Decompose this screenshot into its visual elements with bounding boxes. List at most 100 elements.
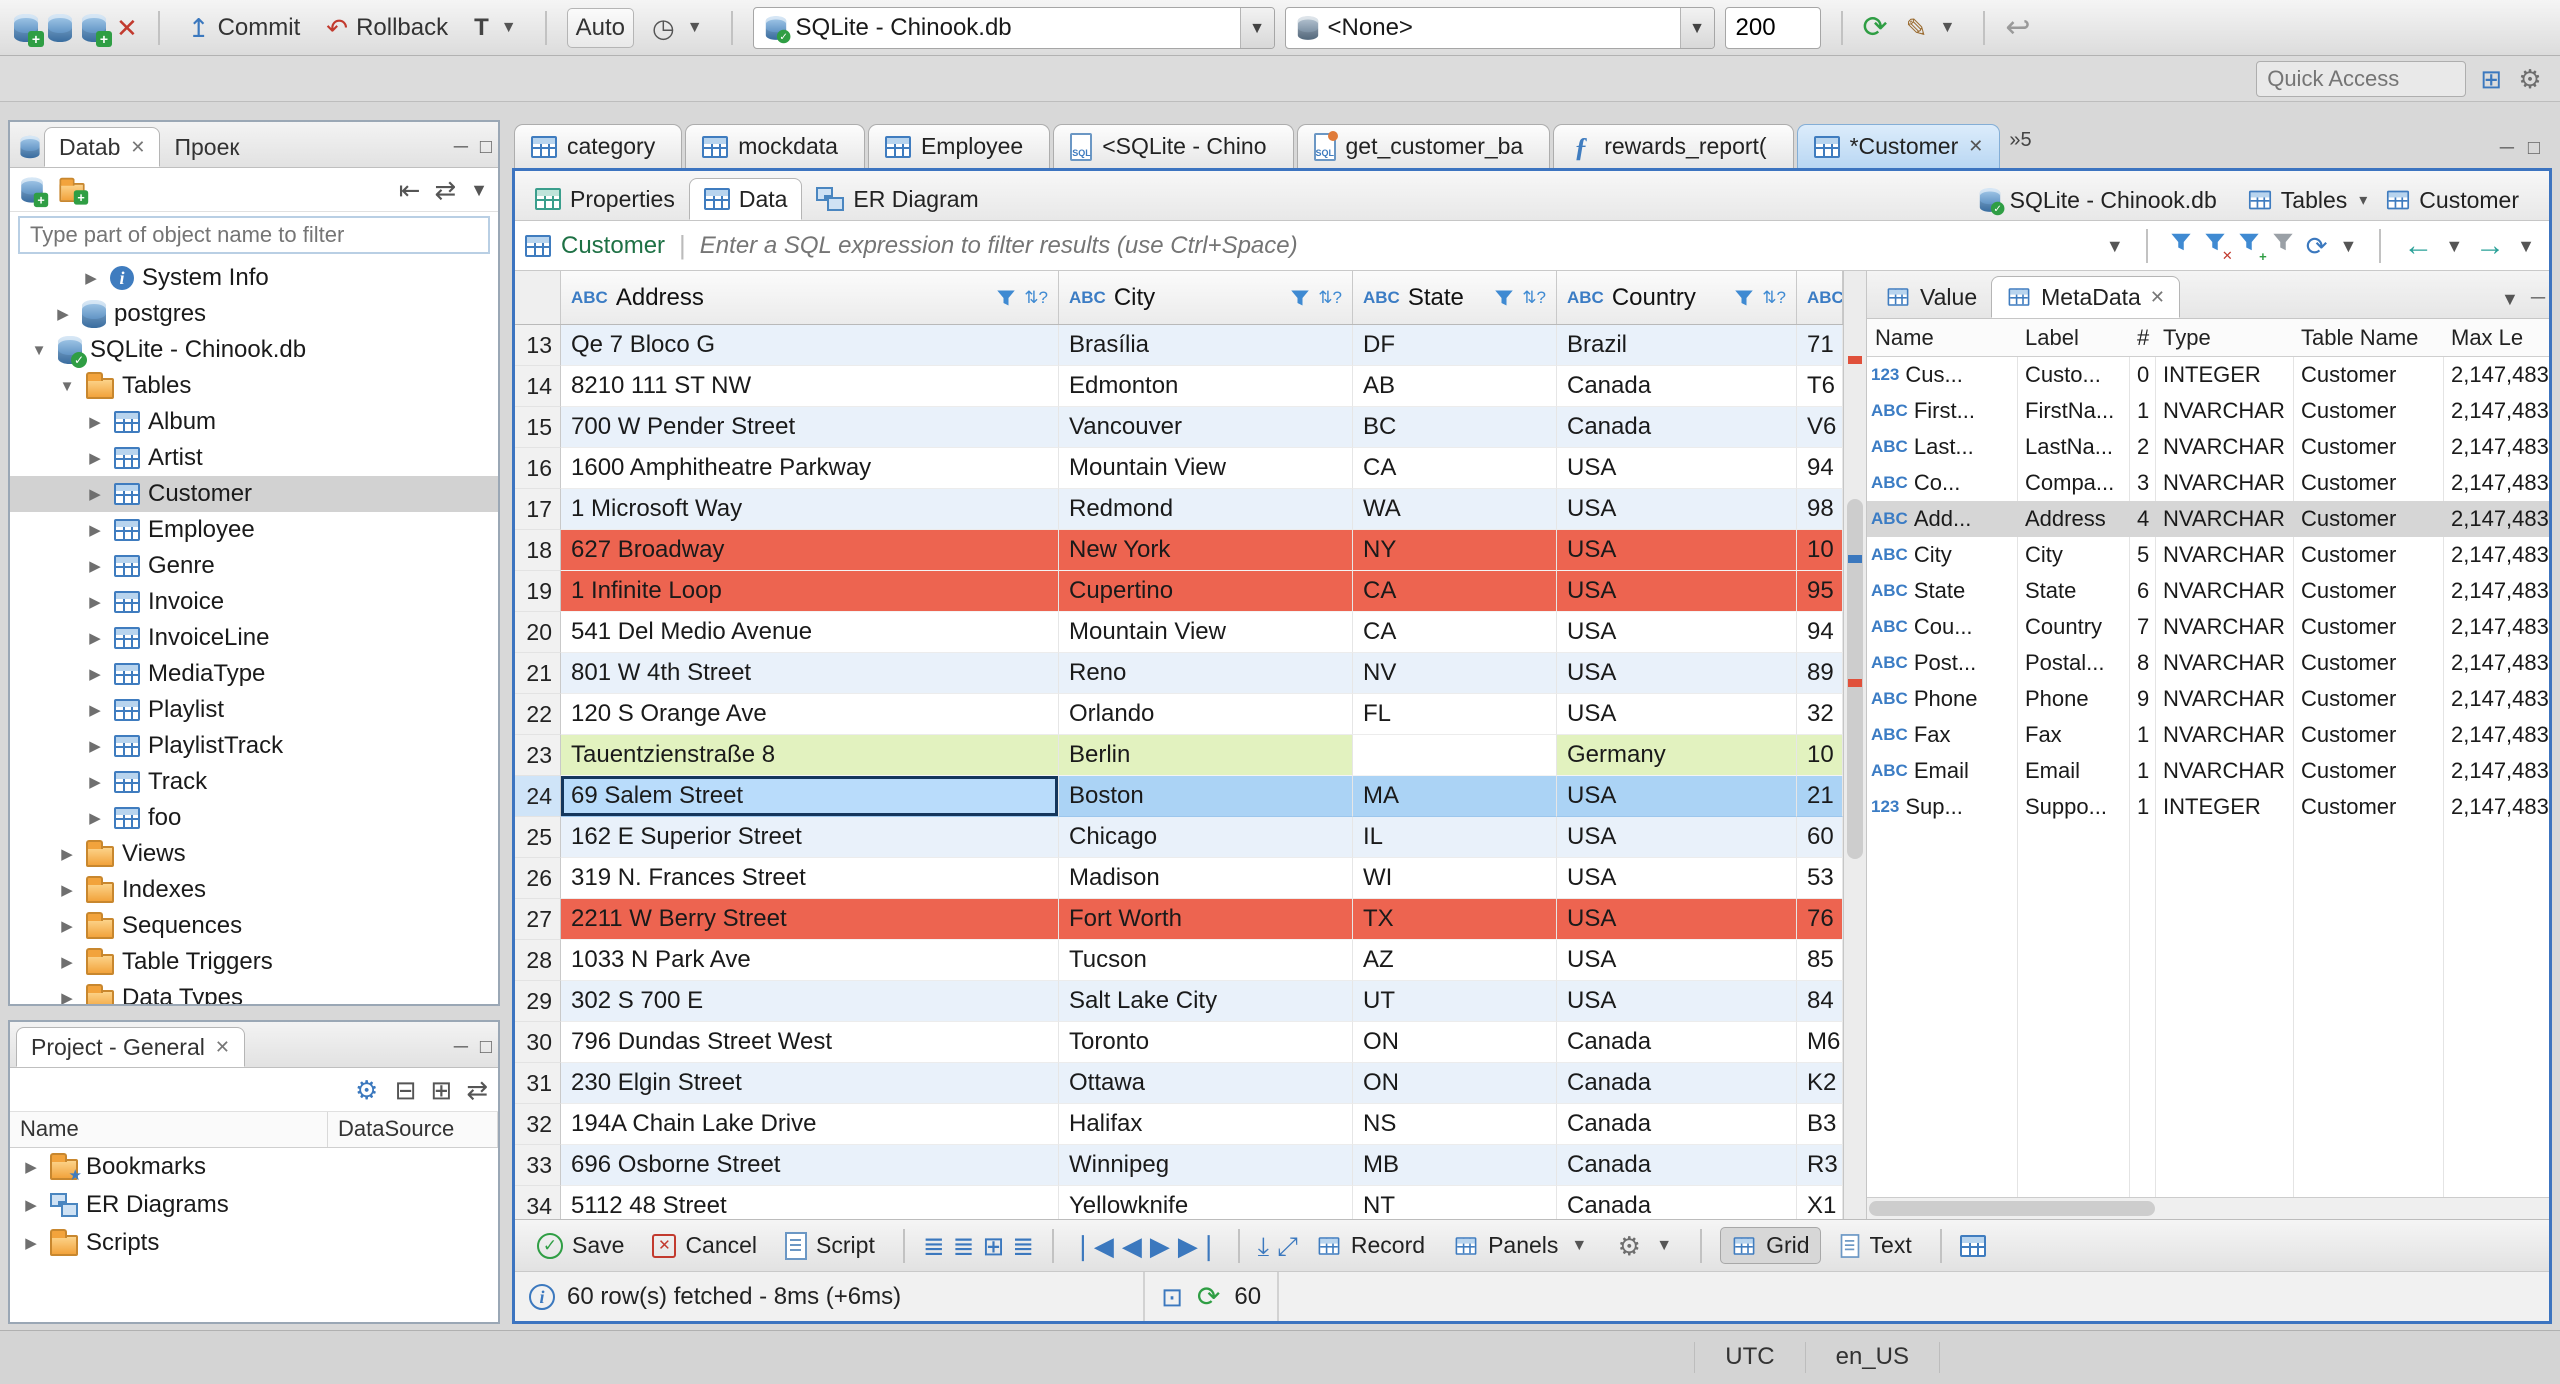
meta-cell-max[interactable]: 2,147,483	[2443, 758, 2549, 784]
row-number[interactable]: 20	[515, 612, 561, 653]
cell-country[interactable]: USA	[1557, 817, 1797, 858]
project-tree-item[interactable]: ▶ Scripts	[10, 1224, 498, 1262]
filter-history-icon[interactable]: ▼	[2106, 237, 2124, 255]
breadcrumb-item[interactable]: Tables ▾	[2247, 187, 2367, 214]
rollback-button[interactable]: ↶ Rollback	[318, 10, 456, 46]
cell-country[interactable]: USA	[1557, 776, 1797, 817]
expand-arrow-icon[interactable]: ▶	[56, 953, 78, 971]
locale-indicator[interactable]: en_US	[1804, 1341, 1939, 1374]
object-filter-input[interactable]	[18, 216, 490, 254]
tree-item[interactable]: ▶ Album	[10, 404, 498, 440]
cell-country[interactable]: Germany	[1557, 735, 1797, 776]
expand-arrow-icon[interactable]: ▶	[52, 305, 74, 323]
link-editor-icon[interactable]: ⇄	[434, 177, 456, 203]
tree-item[interactable]: ▶ Sequences	[10, 908, 498, 944]
chevron-down-icon[interactable]: ▼	[1679, 7, 1714, 48]
cell-state[interactable]: DF	[1353, 325, 1557, 366]
row-number[interactable]: 25	[515, 817, 561, 858]
meta-cell-type[interactable]: NVARCHAR	[2155, 686, 2293, 712]
tree-item[interactable]: ▼ Tables	[10, 368, 498, 404]
cell-city[interactable]: Reno	[1059, 653, 1353, 694]
row-number[interactable]: 13	[515, 325, 561, 366]
collapse-icon[interactable]: ⊟	[395, 1077, 417, 1103]
chevron-down-icon[interactable]: ▼	[2340, 237, 2358, 255]
expand-arrow-icon[interactable]: ▶	[84, 809, 106, 827]
cell-postalcode[interactable]: T6	[1797, 366, 1843, 407]
meta-cell-table[interactable]: Customer	[2293, 362, 2443, 388]
cell-city[interactable]: Brasília	[1059, 325, 1353, 366]
tree-item[interactable]: ▶ PlaylistTrack	[10, 728, 498, 764]
meta-cell-num[interactable]: 0	[2129, 362, 2155, 388]
meta-cell-type[interactable]: INTEGER	[2155, 362, 2293, 388]
cell-address[interactable]: Tauentzienstraße 8	[561, 735, 1059, 776]
cell-address[interactable]: 230 Elgin Street	[561, 1063, 1059, 1104]
expand-arrow-icon[interactable]: ▶	[84, 449, 106, 467]
meta-cell-max[interactable]: 2,147,483	[2443, 506, 2549, 532]
meta-cell-table[interactable]: Customer	[2293, 470, 2443, 496]
meta-cell-max[interactable]: 2,147,483	[2443, 578, 2549, 604]
timezone-indicator[interactable]: UTC	[1694, 1341, 1804, 1374]
row-number-header[interactable]	[515, 271, 561, 324]
expand-arrow-icon[interactable]: ▶	[84, 485, 106, 503]
cell-address[interactable]: 1600 Amphitheatre Parkway	[561, 448, 1059, 489]
meta-cell-num[interactable]: 7	[2129, 614, 2155, 640]
meta-cell-type[interactable]: NVARCHAR	[2155, 650, 2293, 676]
row-number[interactable]: 16	[515, 448, 561, 489]
vertical-scrollbar[interactable]	[1843, 271, 1867, 1219]
cell-city[interactable]: Yellowknife	[1059, 1186, 1353, 1219]
sql-generator-button[interactable]: ✎ ▼	[1898, 11, 1964, 45]
back-arrow-icon[interactable]: ↩	[2005, 12, 2030, 43]
delete-connection-icon[interactable]: ✕	[116, 15, 138, 41]
meta-cell-num[interactable]: 8	[2129, 650, 2155, 676]
cell-city[interactable]: Madison	[1059, 858, 1353, 899]
editor-tab[interactable]: get_customer_ba	[1296, 124, 1551, 168]
chevron-down-icon[interactable]: ▼	[2517, 237, 2535, 255]
cell-country[interactable]: USA	[1557, 612, 1797, 653]
cell-state[interactable]	[1353, 735, 1557, 776]
cell-state[interactable]: CA	[1353, 448, 1557, 489]
cell-address[interactable]: 796 Dundas Street West	[561, 1022, 1059, 1063]
metadata-row[interactable]: ABC City City 5 NVARCHAR Customer 2,147,…	[1867, 537, 2549, 573]
row-number[interactable]: 17	[515, 489, 561, 530]
database-selector-combo[interactable]: SQLite - Chinook.db ▼	[752, 6, 1275, 49]
project-tree-item[interactable]: ▶ ER Diagrams	[10, 1186, 498, 1224]
cell-country[interactable]: Brazil	[1557, 325, 1797, 366]
cell-state[interactable]: MB	[1353, 1145, 1557, 1186]
result-tab[interactable]: Data	[688, 178, 803, 220]
cell-city[interactable]: Fort Worth	[1059, 899, 1353, 940]
expand-icon[interactable]: ⊞	[430, 1077, 452, 1103]
tree-item[interactable]: ▶ postgres	[10, 296, 498, 332]
table-row[interactable]: 34 5112 48 Street Yellowknife NT Canada …	[515, 1186, 1843, 1219]
tab-project-general[interactable]: Project - General ✕	[16, 1027, 245, 1067]
cell-country[interactable]: Canada	[1557, 1145, 1797, 1186]
cell-postalcode[interactable]: 95	[1797, 571, 1843, 612]
table-row[interactable]: 28 1033 N Park Ave Tucson AZ USA 85	[515, 940, 1843, 981]
chevron-down-icon[interactable]: ▼	[2445, 237, 2463, 255]
new-connection-icon[interactable]	[14, 13, 44, 47]
sort-icon[interactable]: ⇅?	[1762, 288, 1786, 308]
meta-cell-name[interactable]: ABC City	[1867, 542, 2017, 568]
meta-cell-table[interactable]: Customer	[2293, 542, 2443, 568]
project-tree-item[interactable]: ▶ Bookmarks	[10, 1148, 498, 1186]
meta-cell-type[interactable]: INTEGER	[2155, 794, 2293, 820]
new-connection-icon[interactable]	[21, 176, 49, 207]
breadcrumb-item[interactable]: Customer	[2385, 187, 2531, 214]
meta-cell-label[interactable]: Custo...	[2017, 362, 2129, 388]
row-number[interactable]: 31	[515, 1063, 561, 1104]
meta-col-name[interactable]: Name	[1867, 319, 2017, 356]
cell-country[interactable]: USA	[1557, 694, 1797, 735]
table-row[interactable]: 21 801 W 4th Street Reno NV USA 89	[515, 653, 1843, 694]
editor-tab[interactable]: rewards_report(	[1553, 124, 1794, 168]
filter-funnel-icon[interactable]	[1290, 288, 1310, 308]
cell-address[interactable]: 700 W Pender Street	[561, 407, 1059, 448]
cell-city[interactable]: Vancouver	[1059, 407, 1353, 448]
row-number[interactable]: 24	[515, 776, 561, 817]
editor-tab[interactable]: category	[514, 124, 683, 168]
row-number[interactable]: 23	[515, 735, 561, 776]
meta-cell-type[interactable]: NVARCHAR	[2155, 506, 2293, 532]
column-header-name[interactable]: Name	[10, 1112, 328, 1147]
cell-state[interactable]: BC	[1353, 407, 1557, 448]
cell-city[interactable]: Salt Lake City	[1059, 981, 1353, 1022]
meta-cell-num[interactable]: 2	[2129, 434, 2155, 460]
cell-postalcode[interactable]: 98	[1797, 489, 1843, 530]
